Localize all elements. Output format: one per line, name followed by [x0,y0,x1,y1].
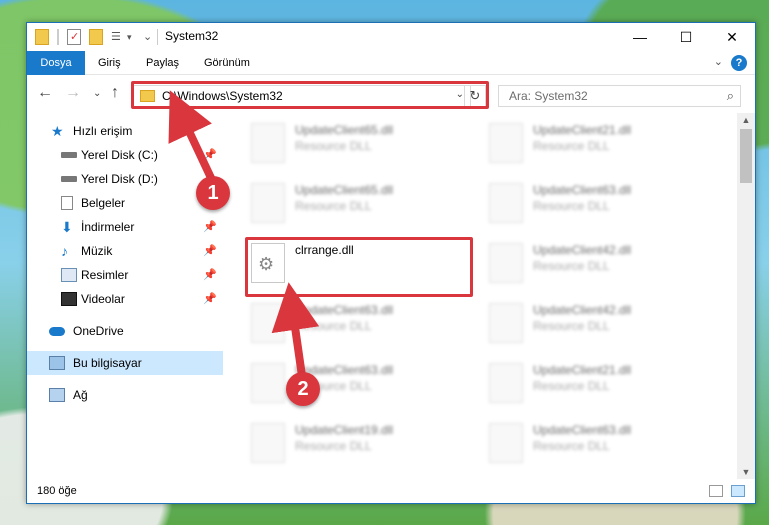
step-1-badge: 1 [196,176,230,210]
arrow-to-file [271,282,320,380]
arrow-to-address [168,90,216,184]
step-2-badge: 2 [286,372,320,406]
annotation-arrows [168,90,320,380]
